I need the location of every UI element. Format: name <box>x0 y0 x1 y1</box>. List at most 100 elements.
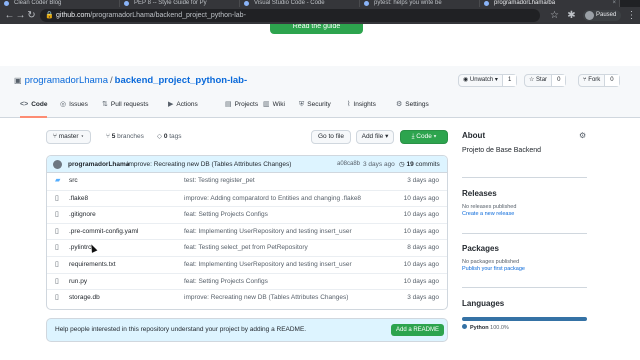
branches-link[interactable]: ⑂ 5 branches <box>106 130 144 144</box>
readme-prompt-text: Help people interested in this repositor… <box>55 326 307 333</box>
browser-tab[interactable]: pytest: helps you write be <box>360 0 480 7</box>
file-name-link[interactable]: .gitignore <box>69 207 96 223</box>
tab-projects[interactable]: ▤ Projects <box>225 98 258 118</box>
releases-title[interactable]: Releases <box>462 189 592 198</box>
close-tab-icon[interactable]: × <box>612 0 616 7</box>
favicon-icon <box>244 1 249 6</box>
packages-section: Packages No packages published Publish y… <box>462 244 592 272</box>
tab-security[interactable]: ⛨ Security <box>299 98 331 118</box>
issue-icon: ◎ <box>60 101 67 108</box>
tag-icon: ◇ <box>157 133 164 140</box>
file-name-link[interactable]: .flake8 <box>69 191 88 207</box>
file-commit-message-link[interactable]: improve: Recreating new DB (Tables Attri… <box>184 290 348 306</box>
file-icon: ▯ <box>55 211 59 219</box>
browser-tab[interactable]: PEP 8 -- Style Guide for Py <box>120 0 240 7</box>
tab-code[interactable]: <> Code <box>20 98 48 118</box>
create-release-link[interactable]: Create a new release <box>462 211 592 217</box>
file-commit-age: 10 days ago <box>403 277 439 285</box>
favicon-icon <box>4 1 9 6</box>
avatar[interactable] <box>53 160 62 169</box>
latest-commit-bar: programadorLhama improve: Recreating new… <box>47 156 447 173</box>
language-python[interactable]: Python 100.0% <box>462 324 509 331</box>
favicon-icon <box>364 1 369 6</box>
commits-link[interactable]: ◷ 19 commits <box>399 156 440 173</box>
repo-name-link[interactable]: backend_project_python-lab- <box>115 75 248 86</box>
file-icon: ▯ <box>55 294 59 302</box>
read-guide-button[interactable]: Read the guide <box>270 24 363 34</box>
fork-count: 0 <box>604 75 619 86</box>
code-button[interactable]: ⤓ Code ▾ <box>400 130 448 144</box>
commit-sha-link[interactable]: a08ca8b <box>337 156 360 173</box>
table-row[interactable]: ▰ src test: Testing register_pet 3 days ago <box>47 173 447 190</box>
tab-pull-requests[interactable]: ⇅ Pull requests <box>102 98 148 118</box>
file-commit-age: 8 days ago <box>407 244 439 252</box>
star-icon: ☆ <box>529 77 537 83</box>
tags-link[interactable]: ◇ 0 tags <box>157 130 182 144</box>
file-commit-message-link[interactable]: feat: Implementing UserRepository and te… <box>184 257 352 273</box>
table-row[interactable]: ▯ requirements.txt feat: Implementing User… <box>47 256 447 273</box>
about-title: About <box>462 131 486 140</box>
browser-toolbar: ← → ↻ 🔒 github.com/programadorLhama/back… <box>0 7 640 24</box>
file-commit-message-link[interactable]: test: Testing register_pet <box>184 173 255 189</box>
gear-icon[interactable]: ⚙ <box>579 131 586 140</box>
tab-actions[interactable]: ▶ Actions <box>168 98 198 118</box>
divider <box>462 177 587 178</box>
actions-icon: ▶ <box>168 101 174 108</box>
repo-title: ▣ programadorLhama / backend_project_python… <box>14 75 248 86</box>
file-name-link[interactable]: src <box>69 173 78 189</box>
file-commit-message-link[interactable]: improve: Adding comparatord to Entities … <box>184 191 361 207</box>
commit-author-link[interactable]: programadorLhama <box>68 156 129 173</box>
branch-select-button[interactable]: ⑂ master ▾ <box>46 130 92 144</box>
star-button[interactable]: ☆ Star 0 <box>524 74 567 87</box>
browser-tab[interactable]: Visual Studio Code - Code <box>240 0 360 7</box>
add-readme-button[interactable]: Add a README <box>391 324 445 336</box>
table-row[interactable]: ▯ .pre-commit-config.yaml feat: Implementi… <box>47 222 447 240</box>
table-row[interactable]: ▯ .pylintrc feat: Testing select_pet from … <box>47 239 447 256</box>
table-row[interactable]: ▯ .flake8 improve: Adding comparatord to E… <box>47 189 447 207</box>
file-name-link[interactable]: run.py <box>69 274 87 290</box>
tab-wiki[interactable]: ▥ Wiki <box>263 98 285 118</box>
browser-tab-active[interactable]: programadorLhama/ba × <box>480 0 620 7</box>
graph-icon: ⌇ <box>347 101 351 108</box>
publish-package-link[interactable]: Publish your first package <box>462 266 592 272</box>
folder-icon: ▰ <box>55 177 61 184</box>
wiki-icon: ▥ <box>263 101 270 108</box>
address-bar[interactable]: 🔒 github.com/programadorLhama/backend_pr… <box>40 9 540 22</box>
about-section: About Projeto de Base Backend <box>462 131 592 154</box>
menu-icon[interactable]: ⋮ <box>625 9 638 22</box>
browser-tab-strip: Clean Coder Blog PEP 8 -- Style Guide fo… <box>0 0 640 7</box>
file-commit-message-link[interactable]: feat: Setting Projects Configs <box>184 274 268 290</box>
add-file-button[interactable]: Add file ▾ <box>356 130 394 144</box>
browser-tab[interactable]: Clean Coder Blog <box>0 0 120 7</box>
star-label: ☆ Star <box>529 77 548 83</box>
go-to-file-button[interactable]: Go to file <box>311 130 351 144</box>
file-name-link[interactable]: .pre-commit-config.yaml <box>69 224 138 240</box>
readme-prompt: Help people interested in this repositor… <box>46 318 448 342</box>
tab-settings[interactable]: ⚙ Settings <box>396 98 429 118</box>
file-commit-message-link[interactable]: feat: Testing select_pet from PetReposit… <box>184 240 308 256</box>
packages-title[interactable]: Packages <box>462 244 592 253</box>
table-row[interactable]: ▯ .gitignore feat: Setting Projects Config… <box>47 206 447 223</box>
tab-issues[interactable]: ◎ Issues <box>60 98 88 118</box>
file-icon: ▯ <box>55 277 59 285</box>
file-commit-message-link[interactable]: feat: Implementing UserRepository and te… <box>184 224 352 240</box>
file-name-link[interactable]: requirements.txt <box>69 257 116 273</box>
tab-insights[interactable]: ⌇ Insights <box>347 98 376 118</box>
fork-button[interactable]: ⑂ Fork 0 <box>578 74 620 87</box>
repo-owner-link[interactable]: programadorLhama <box>25 75 108 86</box>
table-row[interactable]: ▯ storage.db improve: Recreating new DB (T… <box>47 289 447 306</box>
repo-description: Projeto de Base Backend <box>462 147 541 154</box>
file-list: programadorLhama improve: Recreating new… <box>46 155 448 310</box>
file-commit-message-link[interactable]: feat: Setting Projects Configs <box>184 207 268 223</box>
profile-button[interactable]: Paused <box>583 10 622 21</box>
eye-icon: ◉ <box>463 77 470 83</box>
file-name-link[interactable]: .pylintrc <box>69 240 91 256</box>
file-name-link[interactable]: storage.db <box>69 290 100 306</box>
commit-message-link[interactable]: improve: Recreating new DB (Tables Attri… <box>127 156 291 173</box>
reload-icon[interactable]: ↻ <box>25 9 38 22</box>
extensions-icon[interactable]: ✱ <box>565 9 578 22</box>
bookmark-star-icon[interactable]: ☆ <box>548 9 561 22</box>
favicon-icon <box>484 1 489 6</box>
table-row[interactable]: ▯ run.py feat: Setting Projects Configs 10 … <box>47 272 447 290</box>
unwatch-button[interactable]: ◉ Unwatch ▾ 1 <box>458 74 518 87</box>
